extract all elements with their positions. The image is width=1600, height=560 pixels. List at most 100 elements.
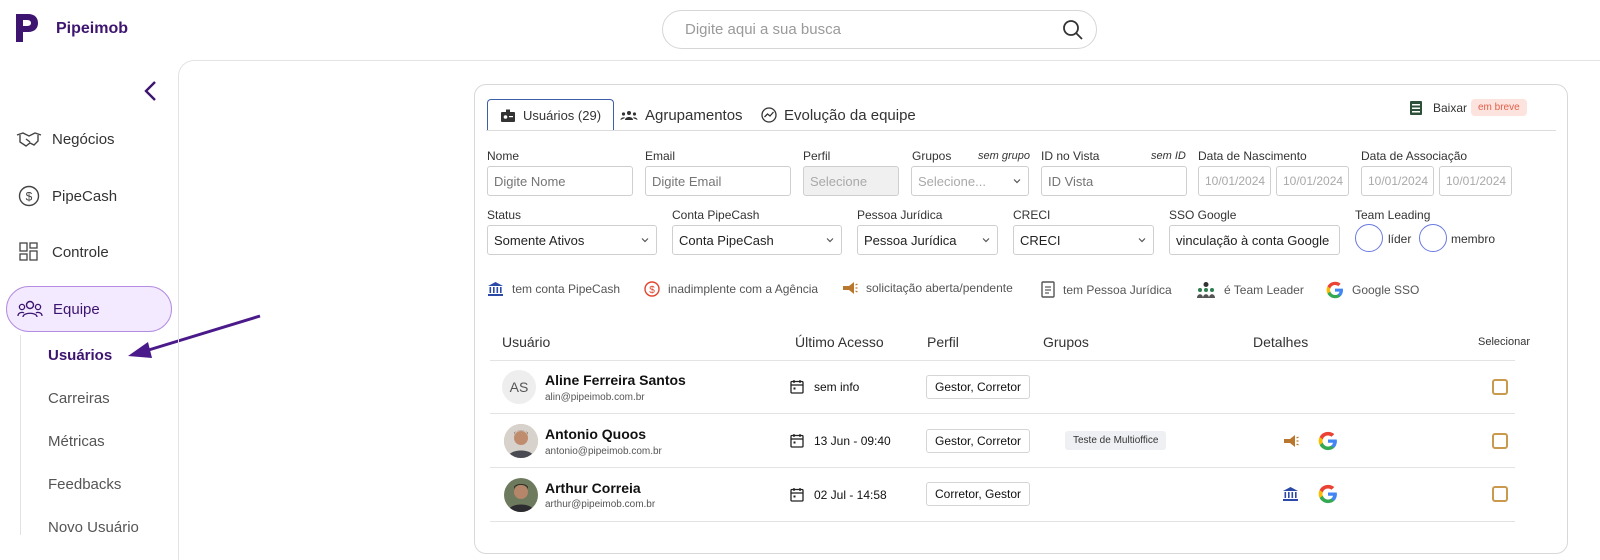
filter-nascimento-to[interactable]: 10/01/2024 (1276, 166, 1349, 196)
search-bar[interactable] (662, 10, 1097, 49)
last-access: sem info (790, 379, 859, 394)
chevron-down-icon (826, 238, 834, 243)
user-name[interactable]: Antonio Quoos (545, 426, 646, 442)
tab-divider (486, 130, 1556, 131)
filter-contapipecash-select[interactable]: Conta PipeCash (672, 225, 842, 255)
filter-nascimento-label: Data de Nascimento (1198, 149, 1307, 163)
dollar-alert-icon: $ (644, 281, 660, 297)
bank-icon[interactable] (1282, 486, 1299, 502)
filter-perfil-label: Perfil (803, 149, 831, 163)
row-select-checkbox[interactable] (1492, 486, 1508, 502)
dashboard-grid-icon (16, 241, 42, 263)
filter-teamleading-label: Team Leading (1355, 208, 1431, 222)
sidebar-item-negocios[interactable]: Negócios (6, 116, 172, 162)
sidebar-item-pipecash[interactable]: $ PipeCash (6, 173, 172, 219)
filter-contapipecash-label: Conta PipeCash (672, 208, 760, 222)
filter-pj-select[interactable]: Pessoa Jurídica (857, 225, 998, 255)
search-icon[interactable] (1062, 19, 1084, 41)
id-badge-icon (501, 109, 515, 122)
chevron-down-icon (982, 238, 990, 243)
subnav-usuarios[interactable]: Usuários (48, 347, 112, 364)
filter-creci-select[interactable]: CRECI (1013, 225, 1154, 255)
group-icon (620, 111, 638, 120)
collapse-sidebar-icon[interactable] (142, 80, 160, 102)
trend-icon (761, 107, 777, 123)
megaphone-icon (843, 282, 858, 294)
table-row-divider (490, 467, 1515, 468)
filter-grupos-select[interactable]: Selecione... (911, 166, 1029, 196)
legend-team-leader: é Team Leader (1196, 281, 1304, 299)
sidebar-item-label: Controle (52, 243, 109, 261)
legend-inadimplente: $ inadimplente com a Agência (644, 281, 818, 297)
filter-status-label: Status (487, 208, 522, 222)
download-button[interactable]: Baixar (1409, 100, 1467, 116)
lider-label: líder (1388, 232, 1412, 246)
tab-usuarios[interactable]: Usuários (29) (487, 99, 615, 131)
col-perfil[interactable]: Perfil (927, 334, 959, 350)
filter-associacao-to[interactable]: 10/01/2024 (1439, 166, 1512, 196)
row-select-checkbox[interactable] (1492, 379, 1508, 395)
avatar[interactable]: AS (502, 370, 536, 404)
filter-nome-label: Nome (487, 149, 520, 163)
filter-grupos-label: Grupos (912, 149, 952, 163)
subnav-carreiras[interactable]: Carreiras (48, 390, 110, 407)
col-ultimo-acesso[interactable]: Último Acesso (795, 334, 884, 350)
col-grupos[interactable]: Grupos (1043, 334, 1089, 350)
chevron-down-icon (1013, 179, 1021, 184)
filter-email-input[interactable] (645, 166, 791, 196)
subnav-metricas[interactable]: Métricas (48, 433, 105, 450)
col-selecionar[interactable]: Selecionar (1478, 336, 1530, 348)
table-divider (490, 360, 1515, 361)
lider-toggle[interactable] (1355, 224, 1383, 252)
filter-idvista-note[interactable]: sem ID (1151, 150, 1186, 162)
filter-status-select[interactable]: Somente Ativos (487, 225, 657, 255)
subnav-feedbacks[interactable]: Feedbacks (48, 476, 121, 493)
user-name[interactable]: Aline Ferreira Santos (545, 372, 686, 388)
sidebar-item-controle[interactable]: Controle (6, 229, 172, 275)
user-name[interactable]: Arthur Correia (545, 480, 641, 496)
search-input[interactable] (685, 21, 1062, 38)
legend-pj: tem Pessoa Jurídica (1041, 281, 1172, 298)
coming-soon-badge: em breve (1471, 99, 1527, 116)
col-detalhes[interactable]: Detalhes (1253, 334, 1308, 350)
filter-nascimento-from[interactable]: 10/01/2024 (1198, 166, 1271, 196)
table-row-divider (490, 521, 1515, 522)
last-access: 02 Jul - 14:58 (790, 487, 887, 502)
filter-grupos-note[interactable]: sem grupo (978, 150, 1030, 162)
subnav-novo-usuario[interactable]: Novo Usuário (48, 519, 139, 536)
subnav-divider (20, 335, 21, 535)
google-icon[interactable] (1318, 484, 1338, 504)
tab-agrupamentos[interactable]: Agrupamentos (608, 99, 755, 131)
col-usuario[interactable]: Usuário (502, 334, 550, 350)
megaphone-icon[interactable] (1282, 434, 1299, 448)
handshake-icon (16, 128, 42, 150)
avatar[interactable] (504, 424, 538, 458)
membro-toggle[interactable] (1419, 224, 1447, 252)
last-access: 13 Jun - 09:40 (790, 433, 891, 448)
chevron-down-icon (641, 238, 649, 243)
filter-perfil-select[interactable]: Selecione (803, 166, 899, 196)
svg-text:$: $ (649, 285, 655, 296)
team-leader-icon (1197, 282, 1215, 298)
team-icon (17, 298, 43, 320)
calendar-icon (790, 434, 804, 448)
sidebar-item-label: Negócios (52, 130, 115, 148)
tab-evolucao[interactable]: Evolução da equipe (749, 99, 928, 131)
user-email: antonio@pipeimob.com.br (545, 446, 662, 457)
sidebar-item-label: Equipe (53, 300, 100, 318)
perfil-tag: Gestor, Corretor (926, 429, 1031, 453)
filter-associacao-from[interactable]: 10/01/2024 (1361, 166, 1434, 196)
perfil-tag: Corretor, Gestor (926, 482, 1031, 506)
google-icon[interactable] (1318, 431, 1338, 451)
chevron-down-icon (1138, 238, 1146, 243)
filter-ssogoogle-select[interactable]: vinculação à conta Google (1169, 225, 1340, 255)
filter-nome-input[interactable] (487, 166, 633, 196)
brand-name: Pipeimob (56, 20, 129, 37)
filter-idvista-input[interactable] (1041, 166, 1187, 196)
dollar-circle-icon: $ (16, 185, 42, 207)
spreadsheet-icon (1410, 101, 1422, 115)
avatar[interactable] (504, 478, 538, 512)
pipeimob-logo[interactable] (14, 12, 40, 44)
calendar-icon (790, 380, 804, 394)
row-select-checkbox[interactable] (1492, 433, 1508, 449)
